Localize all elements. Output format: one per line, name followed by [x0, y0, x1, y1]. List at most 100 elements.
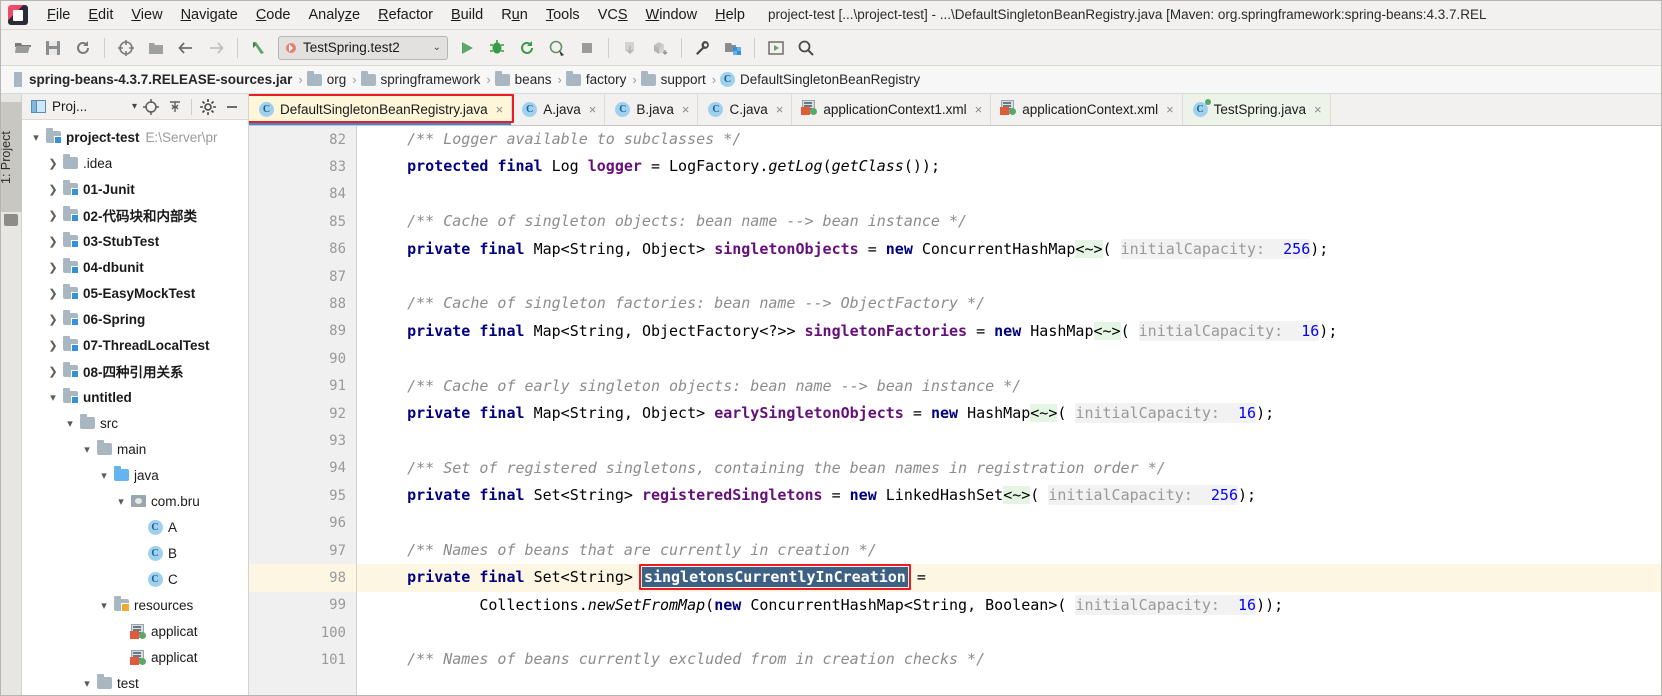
menu-run[interactable]: Run — [492, 4, 537, 26]
code-line[interactable] — [357, 345, 1662, 372]
code-line[interactable]: protected final Log logger = LogFactory.… — [357, 153, 1662, 180]
tree-item[interactable]: ❯ 03-StubTest — [22, 228, 248, 254]
breadcrumb-item-springframework[interactable]: springframework — [359, 70, 487, 87]
code-line[interactable]: private final Set<String> registeredSing… — [357, 482, 1662, 509]
tree-item[interactable]: ❯ .idea — [22, 150, 248, 176]
folder-icon[interactable] — [143, 35, 169, 61]
chevron-right-icon[interactable]: ❯ — [45, 209, 61, 222]
chevron-right-icon[interactable]: ❯ — [45, 365, 61, 378]
menu-refactor[interactable]: Refactor — [369, 4, 442, 26]
chevron-right-icon[interactable]: ❯ — [45, 183, 61, 196]
menu-help[interactable]: Help — [706, 4, 754, 26]
code-line[interactable]: /** Set of registered singletons, contai… — [357, 455, 1662, 482]
back-arrow-icon[interactable] — [173, 35, 199, 61]
green-arrow-up-icon[interactable] — [246, 35, 272, 61]
tree-item[interactable]: ▾ resources — [22, 592, 248, 618]
minimize-icon[interactable] — [222, 97, 242, 117]
code-line[interactable]: /** Cache of early singleton objects: be… — [357, 373, 1662, 400]
chevron-down-icon[interactable]: ▾ — [113, 495, 129, 508]
target-crosshair-icon[interactable] — [113, 35, 139, 61]
tree-item[interactable]: CA — [22, 514, 248, 540]
tree-item[interactable]: ❯ 02-代码块和内部类 — [22, 202, 248, 228]
code-line[interactable] — [357, 263, 1662, 290]
close-icon[interactable]: × — [589, 102, 597, 117]
breadcrumb-item-org[interactable]: org — [305, 70, 353, 87]
code-line[interactable]: Collections.newSetFromMap(new Concurrent… — [357, 592, 1662, 619]
chevron-down-icon[interactable]: ▾ — [62, 417, 78, 430]
editor-gutter[interactable]: 82 83 84 85 86 87 88 89 90 91 92 93 94 95 96 97 98 99 100 1… — [249, 126, 357, 696]
menu-analyze[interactable]: Analyze — [300, 4, 370, 26]
chevron-right-icon[interactable]: ❯ — [45, 157, 61, 170]
editor-tab[interactable]: C TestSpring.java × — [1182, 94, 1331, 125]
menu-tools[interactable]: Tools — [537, 4, 589, 26]
editor-tab[interactable]: applicationContext1.xml × — [792, 94, 992, 125]
code-line[interactable]: /** Names of beans that are currently in… — [357, 537, 1662, 564]
chevron-down-icon[interactable]: ▾ — [45, 391, 61, 404]
sync-refresh-icon[interactable] — [70, 35, 96, 61]
code-line[interactable]: /** Names of beans currently excluded fr… — [357, 646, 1662, 673]
save-all-icon[interactable] — [40, 35, 66, 61]
locate-file-icon[interactable] — [141, 97, 161, 117]
menu-code[interactable]: Code — [247, 4, 300, 26]
editor-tab[interactable]: C A.java × — [512, 94, 606, 125]
code-line[interactable]: /** Cache of singleton objects: bean nam… — [357, 208, 1662, 235]
chevron-right-icon[interactable]: ❯ — [45, 261, 61, 274]
menu-vcs[interactable]: VCS — [589, 4, 637, 26]
breadcrumb-item-support[interactable]: support — [639, 70, 712, 87]
breadcrumb-item-jar[interactable]: spring-beans-4.3.7.RELEASE-sources.jar — [10, 72, 298, 87]
editor-code[interactable]: /** Logger available to subclasses */ pr… — [357, 126, 1662, 696]
code-line[interactable]: private final Set<String> singletonsCurr… — [357, 564, 1662, 592]
code-line[interactable] — [357, 509, 1662, 536]
chevron-down-icon[interactable]: ▾ — [79, 677, 95, 690]
close-icon[interactable]: × — [1314, 102, 1322, 117]
tree-item[interactable]: ❯ 04-dbunit — [22, 254, 248, 280]
code-line[interactable] — [357, 619, 1662, 646]
tree-item[interactable]: ❯ 05-EasyMockTest — [22, 280, 248, 306]
tree-item[interactable]: ▾ project-test E:\Server\pr — [22, 124, 248, 150]
tree-item[interactable]: applicat — [22, 644, 248, 670]
menu-build[interactable]: Build — [442, 4, 492, 26]
close-icon[interactable]: × — [1166, 102, 1174, 117]
stop-icon[interactable] — [574, 35, 600, 61]
preview-icon[interactable] — [763, 35, 789, 61]
tree-item[interactable]: ❯ 08-四种引用关系 — [22, 358, 248, 384]
run-icon[interactable] — [454, 35, 480, 61]
tree-item[interactable]: ❯ 01-Junit — [22, 176, 248, 202]
menu-navigate[interactable]: Navigate — [172, 4, 247, 26]
menu-view[interactable]: View — [122, 4, 171, 26]
tree-item[interactable]: ▾ src — [22, 410, 248, 436]
editor-tab[interactable]: C DefaultSingletonBeanRegistry.java × — [249, 94, 513, 125]
forward-arrow-icon[interactable] — [203, 35, 229, 61]
breadcrumb-item-beans[interactable]: beans — [493, 70, 558, 87]
chevron-right-icon[interactable]: ❯ — [45, 287, 61, 300]
folder-icon[interactable] — [4, 214, 18, 226]
tree-item[interactable]: ▾ main — [22, 436, 248, 462]
chevron-right-icon[interactable]: ❯ — [45, 313, 61, 326]
gear-icon[interactable] — [198, 97, 218, 117]
code-line[interactable] — [357, 181, 1662, 208]
chevron-down-icon[interactable]: ⌄ — [433, 42, 441, 53]
code-line[interactable]: /** Cache of singleton factories: bean n… — [357, 290, 1662, 317]
code-line[interactable]: private final Map<String, ObjectFactory<… — [357, 318, 1662, 345]
menu-edit[interactable]: Edit — [79, 4, 122, 26]
menu-file[interactable]: File — [38, 4, 79, 26]
chevron-down-icon[interactable]: ▾ — [96, 469, 112, 482]
collapse-all-icon[interactable] — [165, 97, 185, 117]
close-icon[interactable]: × — [776, 102, 784, 117]
code-line[interactable]: private final Map<String, Object> single… — [357, 236, 1662, 263]
project-structure-icon[interactable] — [720, 35, 746, 61]
breadcrumb-item-factory[interactable]: factory — [564, 70, 633, 87]
close-icon[interactable]: × — [682, 102, 690, 117]
debug-icon[interactable] — [484, 35, 510, 61]
tree-item[interactable]: ▾ java — [22, 462, 248, 488]
tree-item[interactable]: applicat — [22, 618, 248, 644]
chevron-down-icon[interactable]: ▾ — [79, 443, 95, 456]
chevron-down-icon[interactable]: ▾ — [96, 599, 112, 612]
menu-window[interactable]: Window — [637, 4, 707, 26]
editor-tab[interactable]: C B.java × — [605, 94, 699, 125]
tree-item[interactable]: ▾ untitled — [22, 384, 248, 410]
tree-item[interactable]: CB — [22, 540, 248, 566]
breadcrumb-item-class[interactable]: C DefaultSingletonBeanRegistry — [718, 72, 926, 87]
commit-icon[interactable] — [647, 35, 673, 61]
search-icon[interactable] — [793, 35, 819, 61]
